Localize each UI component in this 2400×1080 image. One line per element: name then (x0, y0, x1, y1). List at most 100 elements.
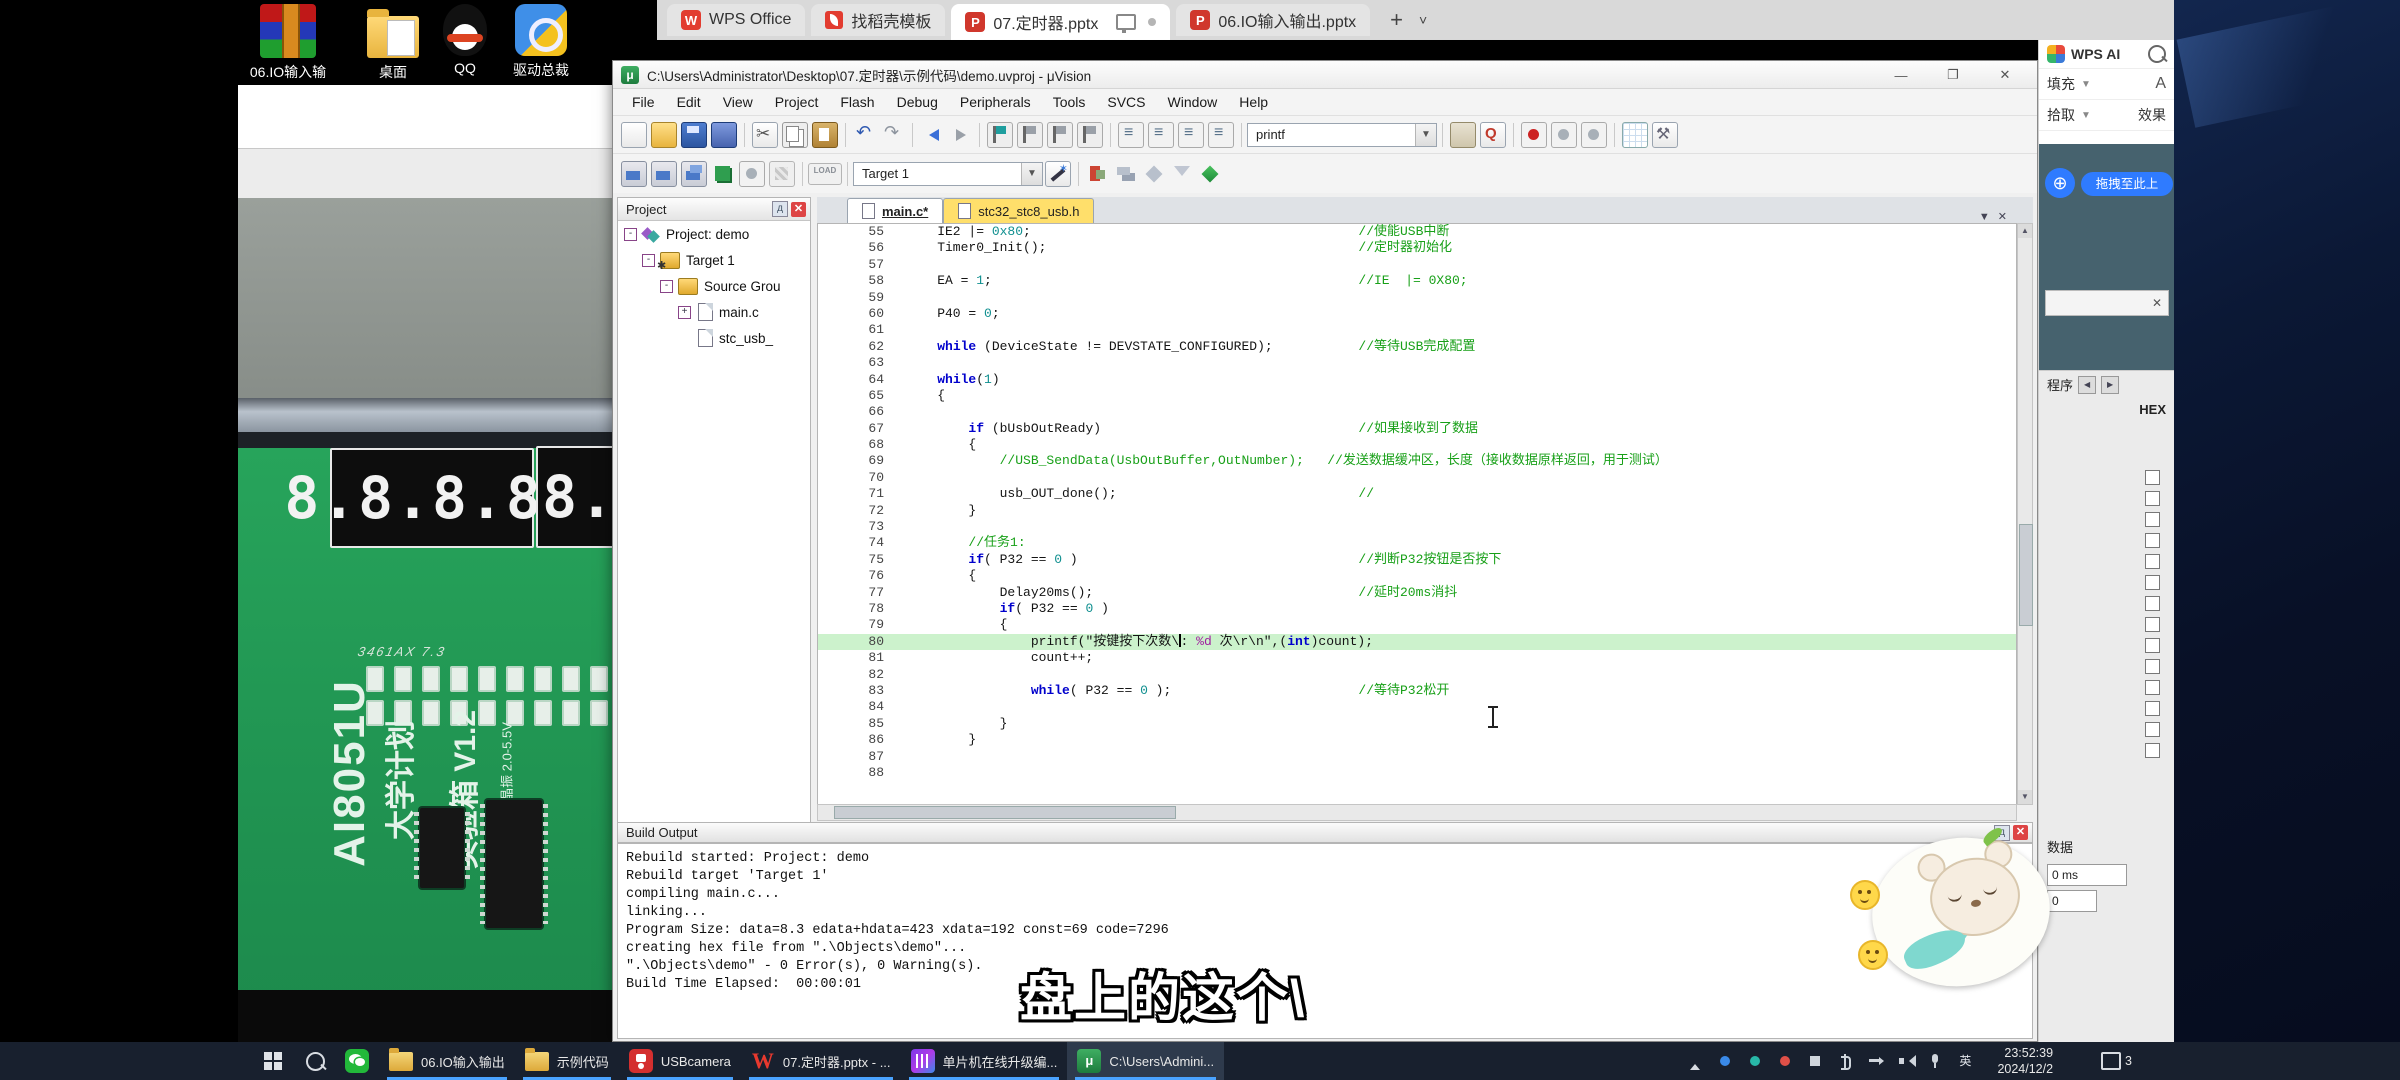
taskbar-start[interactable] (250, 1042, 296, 1080)
tray-usb-icon[interactable] (1867, 1053, 1883, 1069)
tree-expander-icon[interactable]: + (678, 306, 691, 319)
gray-b-icon[interactable] (1581, 122, 1607, 148)
pin-icon[interactable]: д (772, 201, 788, 217)
options-wand-icon[interactable] (1045, 161, 1071, 187)
tab-list-icon[interactable]: ▼ (1979, 211, 1990, 223)
taskbar-wechat[interactable] (335, 1042, 379, 1080)
tray-spk-icon[interactable] (1897, 1053, 1913, 1069)
hex-checkbox-12[interactable] (2039, 719, 2174, 740)
uvision-titlebar[interactable]: μ C:\Users\Administrator\Desktop\07.定时器\… (613, 61, 2037, 89)
menu-tools[interactable]: Tools (1042, 92, 1097, 112)
menu-help[interactable]: Help (1228, 92, 1279, 112)
save-all-icon[interactable] (711, 122, 737, 148)
hex-checkbox-13[interactable] (2039, 740, 2174, 761)
tray-dot-teal-icon[interactable] (1747, 1053, 1763, 1069)
code-editor[interactable]: 55 IE2 |= 0x80;//使能USB中断56 Timer0_Init()… (817, 223, 2017, 805)
fill-row[interactable]: 填充 ▼ A (2039, 69, 2174, 100)
prev-page-icon[interactable]: ◀ (2078, 376, 2096, 394)
comment-icon[interactable] (1178, 122, 1204, 148)
editor-tab-stc32-stc8-usb-h[interactable]: stc32_stc8_usb.h (943, 198, 1094, 223)
debug-red-icon[interactable] (1521, 122, 1547, 148)
mini-dialog[interactable]: ✕ (2045, 290, 2169, 316)
menu-edit[interactable]: Edit (666, 92, 712, 112)
tree-item-target-1[interactable]: -Target 1 (618, 247, 810, 273)
taskbar-search[interactable] (296, 1042, 335, 1080)
diamond-green-icon[interactable] (1198, 162, 1222, 186)
editor-vscrollbar[interactable]: ▲ ▼ (2017, 223, 2033, 805)
tab-menu-button[interactable]: ˅ (1419, 12, 1427, 28)
bookmark-prev-icon[interactable] (1017, 122, 1043, 148)
desktop-icon-winrar[interactable]: 06.IO输入输 (245, 4, 331, 82)
copy-icon[interactable] (782, 122, 808, 148)
batch-arrow-icon[interactable] (739, 161, 765, 187)
hex-checkbox-6[interactable] (2039, 593, 2174, 614)
translate-icon[interactable] (621, 161, 647, 187)
tree-item-project-demo[interactable]: -Project: demo (618, 221, 810, 247)
wps-tab-3[interactable]: P06.IO输入输出.pptx (1176, 4, 1370, 36)
indent-more-icon[interactable] (1148, 122, 1174, 148)
maximize-button[interactable]: ❐ (1927, 61, 1979, 89)
funnel-icon[interactable] (1170, 162, 1194, 186)
menu-svcs[interactable]: SVCS (1096, 92, 1156, 112)
hex-checkbox-10[interactable] (2039, 677, 2174, 698)
layout-combo-icon[interactable] (1622, 122, 1648, 148)
pick-row[interactable]: 拾取 ▼ 效果 (2039, 100, 2174, 131)
hex-checkbox-8[interactable] (2039, 635, 2174, 656)
uncomment-icon[interactable] (1208, 122, 1234, 148)
hex-checkbox-3[interactable] (2039, 530, 2174, 551)
taskbar-clock[interactable]: 23:52:392024/12/2 (1987, 1045, 2063, 1077)
new-file-icon[interactable] (621, 122, 647, 148)
scroll-down-icon[interactable]: ▼ (2018, 790, 2032, 804)
menu-flash[interactable]: Flash (829, 92, 885, 112)
indent-less-icon[interactable] (1118, 122, 1144, 148)
taskbar-keil-c-users-admini-[interactable]: μC:\Users\Admini... (1067, 1042, 1224, 1080)
desktop-icon-driver[interactable]: 驱动总裁 (498, 4, 584, 80)
taskbar-folder-示例代码[interactable]: 示例代码 (515, 1042, 619, 1080)
batch-build-icon[interactable] (711, 162, 735, 186)
build-icon[interactable] (651, 161, 677, 187)
notification-button[interactable]: 3 (2077, 1052, 2146, 1070)
tree-expander-icon[interactable]: - (660, 280, 673, 293)
drag-upload-button[interactable]: 拖拽至此上 (2081, 172, 2173, 196)
open-icon[interactable] (651, 122, 677, 148)
browse-book-icon[interactable] (1450, 122, 1476, 148)
nav-forward-icon[interactable] (948, 123, 972, 147)
menu-view[interactable]: View (712, 92, 764, 112)
wps-tab-1[interactable]: 找稻壳模板 (811, 4, 945, 36)
find-combobox[interactable]: printf▼ (1247, 123, 1437, 147)
taskbar-folder-06-io输入输出[interactable]: 06.IO输入输出 (379, 1042, 515, 1080)
close-button[interactable]: ✕ (1979, 61, 2031, 89)
diamond-gray-icon[interactable] (1142, 162, 1166, 186)
gray-a-icon[interactable] (1551, 122, 1577, 148)
mini-close-icon[interactable]: ✕ (2152, 296, 2162, 310)
tree-item-main-c[interactable]: +main.c (618, 299, 810, 325)
hex-checkbox-9[interactable] (2039, 656, 2174, 677)
upload-circle-icon[interactable]: ⊕ (2045, 168, 2075, 198)
bookmark-next-icon[interactable] (1047, 122, 1073, 148)
hex-checkbox-7[interactable] (2039, 614, 2174, 635)
tree-item-source-grou[interactable]: -Source Grou (618, 273, 810, 299)
wps-tab-2[interactable]: P07.定时器.pptx (951, 4, 1170, 40)
undo-icon[interactable] (853, 123, 877, 147)
minimize-button[interactable]: — (1875, 61, 1927, 89)
input-language-indicator[interactable]: 英 (1957, 1053, 1973, 1069)
redo-icon[interactable] (881, 123, 905, 147)
hex-checkbox-11[interactable] (2039, 698, 2174, 719)
tray-dot-red-icon[interactable] (1777, 1053, 1793, 1069)
breakpoint-red-icon[interactable] (1086, 162, 1110, 186)
tray-sq-icon[interactable] (1807, 1053, 1823, 1069)
tray-bt-icon[interactable] (1837, 1053, 1853, 1069)
tray-mic-icon[interactable] (1927, 1053, 1943, 1069)
desktop-icon-qq[interactable]: QQ (422, 4, 508, 76)
bookmark-icon[interactable] (987, 122, 1013, 148)
cut-icon[interactable] (752, 122, 778, 148)
paste-icon[interactable] (812, 122, 838, 148)
stop-build-icon[interactable] (769, 161, 795, 187)
menu-debug[interactable]: Debug (886, 92, 949, 112)
hex-checkbox-0[interactable] (2039, 467, 2174, 488)
wps-tab-0[interactable]: WWPS Office (667, 4, 805, 36)
build-output-log[interactable]: Rebuild started: Project: demoRebuild ta… (617, 843, 2033, 1039)
wrench-icon[interactable] (1652, 122, 1678, 148)
rebuild-icon[interactable] (681, 161, 707, 187)
nav-back-icon[interactable] (920, 123, 944, 147)
